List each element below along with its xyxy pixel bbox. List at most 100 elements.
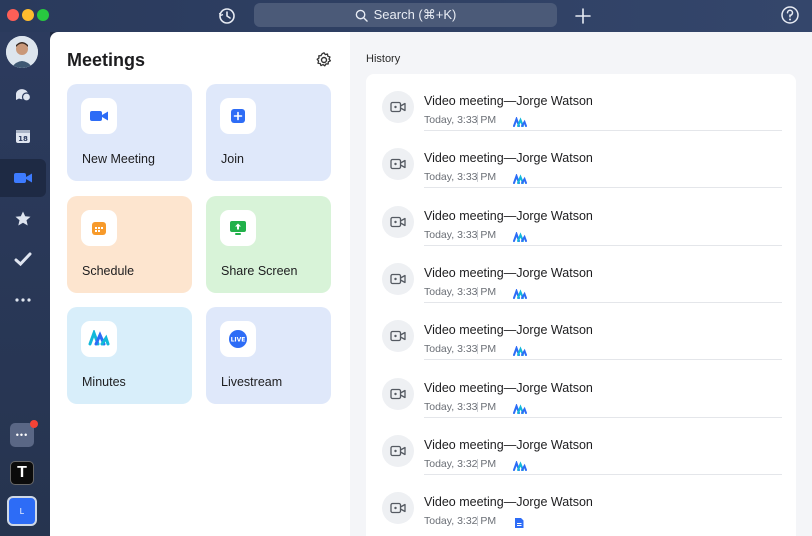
history-row-title: Video meeting—Jorge Watson <box>424 94 593 108</box>
gear-icon[interactable] <box>315 51 333 69</box>
history-row-time: Today, 3:33 PM <box>424 400 497 413</box>
tile-icon-box: LIVE <box>220 321 256 357</box>
tile-icon-box <box>220 98 256 134</box>
share-screen-tile[interactable]: Share Screen <box>206 196 331 293</box>
more-icon <box>15 298 31 302</box>
live-icon: LIVE <box>229 330 247 348</box>
tile-label: New Meeting <box>82 152 155 166</box>
new-meeting-tile[interactable]: New Meeting <box>67 84 192 181</box>
workspace-t-label: T <box>17 464 27 481</box>
check-icon <box>14 252 32 267</box>
history-row-time: Today, 3:33 PM <box>424 343 497 356</box>
title-bar: Search (⌘+K) <box>0 0 812 32</box>
minutes-tile[interactable]: Minutes <box>67 307 192 404</box>
chat-icon <box>16 89 32 102</box>
tile-label: Join <box>221 152 244 166</box>
main-content: Meetings New Meeting Join Schedule Share… <box>50 32 812 536</box>
zoom-window-button[interactable] <box>37 9 49 21</box>
sidebar: 18 ••• T L <box>0 32 50 536</box>
star-icon <box>15 211 31 226</box>
help-icon[interactable] <box>780 5 800 25</box>
sidebar-item-meetings[interactable] <box>0 159 46 197</box>
history-row-time: Today, 3:33 PM <box>424 228 497 241</box>
schedule-tile[interactable]: Schedule <box>67 196 192 293</box>
sidebar-item-calendar[interactable]: 18 <box>0 117 46 155</box>
video-meeting-icon <box>382 205 414 238</box>
separator <box>477 172 478 183</box>
video-meeting-icon <box>382 320 414 353</box>
tile-icon-box <box>81 321 117 357</box>
tile-icon-box <box>81 98 117 134</box>
history-panel: History Video meeting—Jorge Watson Today… <box>350 32 812 536</box>
history-row-time: Today, 3:32 PM <box>424 515 497 528</box>
workspace-l-label: L <box>19 506 25 516</box>
search-label: Search (⌘+K) <box>373 7 457 22</box>
live-badge-text: LIVE <box>231 337 246 344</box>
history-row[interactable]: Video meeting—Jorge Watson Today, 3:33 P… <box>366 303 796 361</box>
video-meeting-icon <box>382 434 414 467</box>
history-row[interactable]: Video meeting—Jorge Watson Today, 3:32 P… <box>366 418 796 475</box>
user-avatar-icon <box>6 36 38 68</box>
minutes-attachment-icon[interactable] <box>513 172 527 185</box>
history-row-title: Video meeting—Jorge Watson <box>424 151 593 166</box>
history-row-time: Today, 3:33 PM <box>424 285 497 298</box>
separator <box>477 401 478 412</box>
search-icon <box>355 9 368 22</box>
separator <box>477 286 478 297</box>
history-row[interactable]: Video meeting—Jorge Watson Today, 3:32 P… <box>366 475 796 532</box>
tile-label: Share Screen <box>221 264 298 278</box>
apps-more-label: ••• <box>15 430 29 440</box>
tile-label: Livestream <box>221 375 283 389</box>
history-row-time: Today, 3:32 PM <box>424 457 497 470</box>
workspace-t-button[interactable]: T <box>10 461 34 485</box>
join-tile[interactable]: Join <box>206 84 331 181</box>
new-plus-icon[interactable] <box>572 5 594 27</box>
minutes-attachment-icon[interactable] <box>513 402 527 414</box>
video-meeting-icon <box>382 148 414 181</box>
workspace-l-button[interactable]: L <box>7 496 37 526</box>
video-camera-icon <box>14 173 32 183</box>
history-row-title: Video meeting—Jorge Watson <box>424 495 593 510</box>
minutes-attachment-icon[interactable] <box>513 344 527 357</box>
minutes-attachment-icon[interactable] <box>513 287 527 299</box>
doc-attachment-icon[interactable] <box>513 516 527 529</box>
video-meeting-icon <box>382 492 414 525</box>
tile-icon-box <box>220 210 256 246</box>
tile-label: Schedule <box>82 264 135 278</box>
video-camera-icon <box>90 111 108 121</box>
minutes-attachment-icon[interactable] <box>513 459 527 471</box>
history-clock-icon[interactable] <box>216 5 238 27</box>
calendar-day: 18 <box>18 135 28 143</box>
history-row[interactable]: Video meeting—Jorge Watson Today, 3:33 P… <box>366 74 796 131</box>
livestream-tile[interactable]: LIVE Livestream <box>206 307 331 404</box>
minutes-attachment-icon[interactable] <box>513 230 527 242</box>
separator <box>477 229 478 240</box>
separator <box>477 516 478 527</box>
history-row[interactable]: Video meeting—Jorge Watson Today, 3:33 P… <box>366 361 796 418</box>
video-meeting-icon <box>382 262 414 295</box>
separator <box>477 458 478 469</box>
history-heading: History <box>366 53 401 65</box>
sidebar-item-chat[interactable] <box>0 76 46 114</box>
sidebar-item-more[interactable] <box>0 281 46 319</box>
sidebar-item-tasks[interactable] <box>0 240 46 278</box>
plus-icon <box>231 109 245 123</box>
history-row[interactable]: Video meeting—Jorge Watson Today, 3:33 P… <box>366 131 796 189</box>
calendar-icon: 18 <box>16 130 30 143</box>
separator <box>477 344 478 355</box>
minutes-attachment-icon[interactable] <box>513 115 527 127</box>
calendar-icon <box>92 222 106 235</box>
history-row[interactable]: Video meeting—Jorge Watson Today, 3:33 P… <box>366 189 796 246</box>
history-row-title: Video meeting—Jorge Watson <box>424 265 593 280</box>
history-row-title: Video meeting—Jorge Watson <box>424 208 593 223</box>
video-meeting-icon <box>382 91 414 123</box>
search-bar[interactable]: Search (⌘+K) <box>254 3 557 27</box>
close-window-button[interactable] <box>7 9 19 21</box>
share-screen-icon <box>230 221 246 235</box>
separator <box>477 115 478 125</box>
video-meeting-icon <box>382 377 414 410</box>
history-row[interactable]: Video meeting—Jorge Watson Today, 3:33 P… <box>366 246 796 303</box>
sidebar-item-favorites[interactable] <box>0 200 46 238</box>
avatar[interactable] <box>6 36 38 68</box>
minimize-window-button[interactable] <box>22 9 34 21</box>
